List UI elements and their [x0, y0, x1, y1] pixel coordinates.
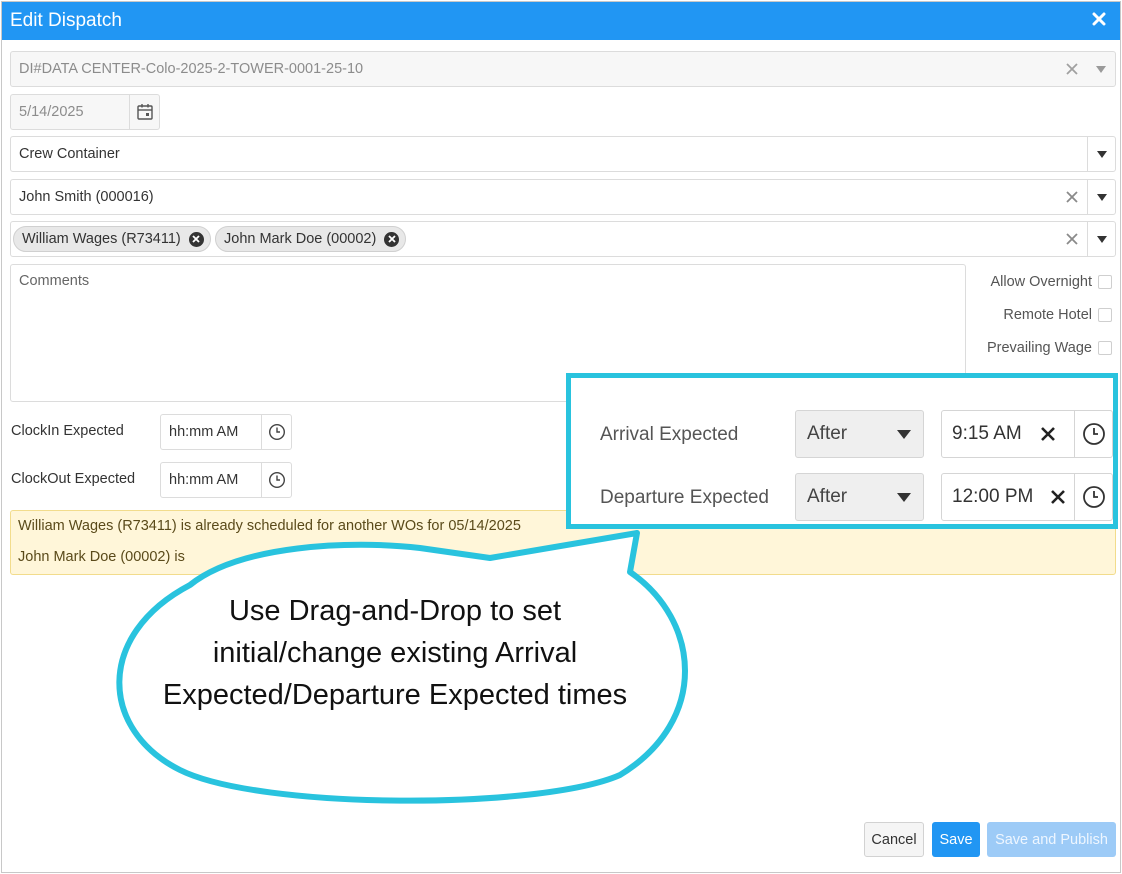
time-callout-box: Arrival Expected After 9:15 AM Departure… [566, 373, 1118, 529]
clear-icon[interactable] [1048, 487, 1068, 510]
clockin-input[interactable]: hh:mm AM [160, 414, 292, 450]
departure-time-input[interactable]: 12:00 PM [941, 473, 1113, 521]
departure-mode-value: After [807, 486, 848, 507]
bubble-text: Use Drag-and-Drop to set initial/change … [162, 595, 628, 711]
clear-icon[interactable] [1065, 62, 1079, 76]
arrival-expected-label: Arrival Expected [600, 424, 739, 445]
clock-icon[interactable] [261, 415, 291, 449]
chevron-down-icon [897, 430, 911, 439]
prevailing-wage-checkbox[interactable] [1098, 341, 1112, 355]
clock-icon[interactable] [261, 463, 291, 497]
crew-multiselect[interactable]: William Wages (R73411) John Mark Doe (00… [10, 221, 1116, 257]
clear-icon[interactable] [1065, 232, 1079, 246]
clock-icon[interactable] [1074, 474, 1112, 520]
work-order-select[interactable]: DI#DATA CENTER-Colo-2025-2-TOWER-0001-25… [10, 51, 1116, 87]
remove-tag-icon[interactable] [384, 231, 400, 247]
chevron-down-icon [897, 493, 911, 502]
departure-expected-label: Departure Expected [600, 487, 769, 508]
save-button[interactable]: Save [932, 822, 980, 857]
arrival-mode-select[interactable]: After [795, 410, 924, 458]
date-value: 5/14/2025 [19, 104, 84, 120]
allow-overnight-checkbox[interactable] [1098, 275, 1112, 289]
cancel-button[interactable]: Cancel [864, 822, 924, 857]
departure-time-value: 12:00 PM [952, 486, 1034, 507]
chevron-down-icon[interactable] [1087, 180, 1115, 214]
clock-icon[interactable] [1074, 411, 1112, 457]
crew-tag-label: John Mark Doe (00002) [224, 231, 377, 247]
supervisor-value: John Smith (000016) [19, 189, 154, 205]
clockout-placeholder: hh:mm AM [169, 472, 239, 488]
remote-hotel-checkbox[interactable] [1098, 308, 1112, 322]
remote-hotel-row: Remote Hotel [1003, 305, 1112, 325]
close-icon[interactable] [1088, 8, 1110, 30]
clockout-input[interactable]: hh:mm AM [160, 462, 292, 498]
comments-placeholder: Comments [19, 273, 90, 289]
container-value: Crew Container [19, 146, 120, 162]
crew-tag[interactable]: William Wages (R73411) [13, 226, 211, 252]
remote-hotel-label: Remote Hotel [1003, 307, 1092, 323]
arrival-time-value: 9:15 AM [952, 423, 1022, 444]
allow-overnight-label: Allow Overnight [990, 274, 1092, 290]
clear-icon[interactable] [1038, 424, 1058, 447]
container-select[interactable]: Crew Container [10, 136, 1116, 172]
chevron-down-icon[interactable] [1087, 222, 1115, 256]
arrival-mode-value: After [807, 423, 848, 444]
clockout-label: ClockOut Expected [11, 471, 136, 487]
calendar-icon[interactable] [129, 95, 159, 129]
prevailing-wage-label: Prevailing Wage [986, 340, 1092, 356]
arrival-time-input[interactable]: 9:15 AM [941, 410, 1113, 458]
crew-tag[interactable]: John Mark Doe (00002) [215, 226, 407, 252]
work-order-value: DI#DATA CENTER-Colo-2025-2-TOWER-0001-25… [19, 61, 364, 77]
save-and-publish-button[interactable]: Save and Publish [987, 822, 1116, 857]
crew-tag-label: William Wages (R73411) [22, 231, 181, 247]
departure-mode-select[interactable]: After [795, 473, 924, 521]
chevron-down-icon[interactable] [1087, 52, 1115, 86]
clockin-placeholder: hh:mm AM [169, 424, 239, 440]
prevailing-wage-row: Prevailing Wage [987, 338, 1112, 358]
supervisor-select[interactable]: John Smith (000016) [10, 179, 1116, 215]
remove-tag-icon[interactable] [188, 231, 204, 247]
clockin-label: ClockIn Expected [11, 423, 124, 439]
date-field[interactable]: 5/14/2025 [10, 94, 160, 130]
allow-overnight-row: Allow Overnight [990, 272, 1112, 292]
clear-icon[interactable] [1065, 190, 1079, 204]
dialog-title-bar: Edit Dispatch [2, 2, 1120, 40]
dialog-title: Edit Dispatch [10, 10, 122, 31]
chevron-down-icon[interactable] [1087, 137, 1115, 171]
